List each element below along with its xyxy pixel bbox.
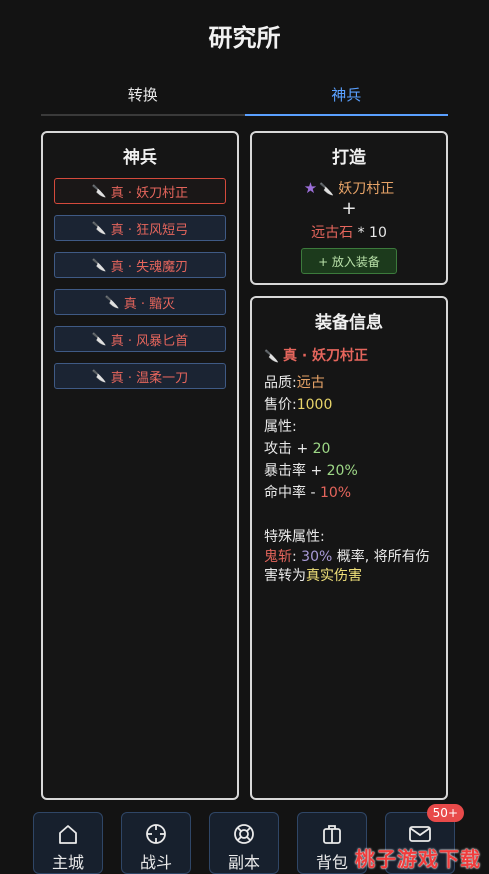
price-value: 1000 — [296, 397, 333, 413]
weapon-item-label: 真 · 狂风短弓 — [110, 222, 189, 238]
knife-icon: 🔪 — [264, 349, 279, 363]
weapon-item-fengbao-bishou[interactable]: 🔪 真 · 风暴匕首 — [54, 326, 226, 352]
forge-base-weapon: ★ 🔪 妖刀村正 — [252, 178, 446, 198]
crit-row: 暴击率 + 20% — [264, 463, 358, 479]
info-body: 🔪 真 · 妖刀村正 品质:远古 售价:1000 属性: 攻击 + 20 暴击率 … — [252, 333, 446, 586]
hit-row: 命中率 - 10% — [264, 485, 352, 501]
weapon-item-shihun-moren[interactable]: 🔪 真 · 失魂魔刃 — [54, 252, 226, 278]
star-icon: ★ — [303, 179, 318, 197]
add-equipment-button[interactable]: + 放入装备 — [301, 248, 397, 274]
attack-row: 攻击 + 20 — [264, 441, 331, 457]
lifebuoy-icon — [210, 813, 278, 844]
weapon-item-label: 真 · 失魂魔刃 — [110, 259, 189, 275]
knife-icon: 🔪 — [91, 258, 107, 272]
page-title: 研究所 — [208, 24, 281, 52]
bag-icon — [298, 813, 366, 844]
weapon-item-label: 真 · 温柔一刀 — [110, 370, 189, 386]
hit-value: 10% — [319, 485, 352, 501]
special-name: 鬼斩 — [264, 549, 292, 565]
attributes-label: 属性: — [264, 419, 297, 435]
material-name: 远古石 — [311, 225, 354, 241]
equipment-info-panel: 装备信息 🔪 真 · 妖刀村正 品质:远古 售价:1000 属性: 攻击 + 20… — [250, 296, 448, 800]
special-attributes-label: 特殊属性: — [264, 529, 325, 545]
quality-row: 品质:远古 — [264, 375, 325, 391]
knife-icon: 🔪 — [91, 369, 107, 383]
info-panel-title: 装备信息 — [315, 313, 383, 333]
weapon-item-yaodao-cunzheng[interactable]: 🔪 真 · 妖刀村正 — [54, 178, 226, 204]
home-icon — [34, 813, 102, 844]
crosshair-icon — [122, 813, 190, 844]
forge-weapon-name: 妖刀村正 — [338, 181, 395, 197]
forge-panel-title: 打造 — [332, 148, 366, 168]
forge-material: 远古石 * 10 — [252, 222, 446, 242]
quality-value: 远古 — [296, 375, 325, 391]
crit-value: 20% — [326, 463, 358, 479]
knife-icon: 🔪 — [91, 221, 107, 235]
plus-sign: + — [341, 198, 357, 219]
attack-value: 20 — [312, 441, 331, 457]
tab-divine-weapons[interactable]: 神兵 — [244, 76, 448, 116]
tab-convert[interactable]: 转换 — [41, 76, 245, 116]
weapon-item-anmie[interactable]: 🔪 真 · 黯灭 — [54, 289, 226, 315]
weapon-item-label: 真 · 妖刀村正 — [110, 185, 189, 201]
knife-icon: 🔪 — [91, 332, 107, 346]
weapon-list: 🔪 真 · 妖刀村正 🔪 真 · 狂风短弓 🔪 真 · 失魂魔刃 🔪 真 · 黯… — [43, 178, 237, 389]
knife-icon: 🔪 — [319, 182, 335, 196]
nav-dungeon[interactable]: 副本 — [209, 812, 279, 874]
knife-icon: 🔪 — [104, 295, 120, 309]
weapon-list-panel: 神兵 🔪 真 · 妖刀村正 🔪 真 · 狂风短弓 🔪 真 · 失魂魔刃 🔪 真 … — [41, 131, 239, 800]
weapon-item-wenrou-yidao[interactable]: 🔪 真 · 温柔一刀 — [54, 363, 226, 389]
nav-main-city[interactable]: 主城 — [33, 812, 103, 874]
weapon-item-kuangfeng-duangong[interactable]: 🔪 真 · 狂风短弓 — [54, 215, 226, 241]
weapon-item-label: 真 · 黯灭 — [123, 296, 176, 312]
weapon-panel-title: 神兵 — [123, 148, 157, 168]
forge-panel: 打造 ★ 🔪 妖刀村正 + 远古石 * 10 + 放入装备 — [250, 131, 448, 285]
price-row: 售价:1000 — [264, 397, 333, 413]
special-highlight: 真实伤害 — [306, 568, 362, 584]
special-chance: 30% — [301, 549, 333, 565]
material-quantity: * 10 — [353, 225, 387, 241]
knife-icon: 🔪 — [91, 184, 107, 198]
watermark: 桃子游戏下载 — [355, 847, 481, 871]
special-attribute-description: 鬼斩: 30% 概率, 将所有伤害转为真实伤害 — [264, 549, 430, 584]
tab-bar: 转换 神兵 — [41, 76, 448, 116]
mail-count-badge: 50+ — [426, 804, 464, 822]
equipment-name: 🔪 真 · 妖刀村正 — [264, 348, 369, 364]
weapon-item-label: 真 · 风暴匕首 — [110, 333, 189, 349]
nav-battle[interactable]: 战斗 — [121, 812, 191, 874]
